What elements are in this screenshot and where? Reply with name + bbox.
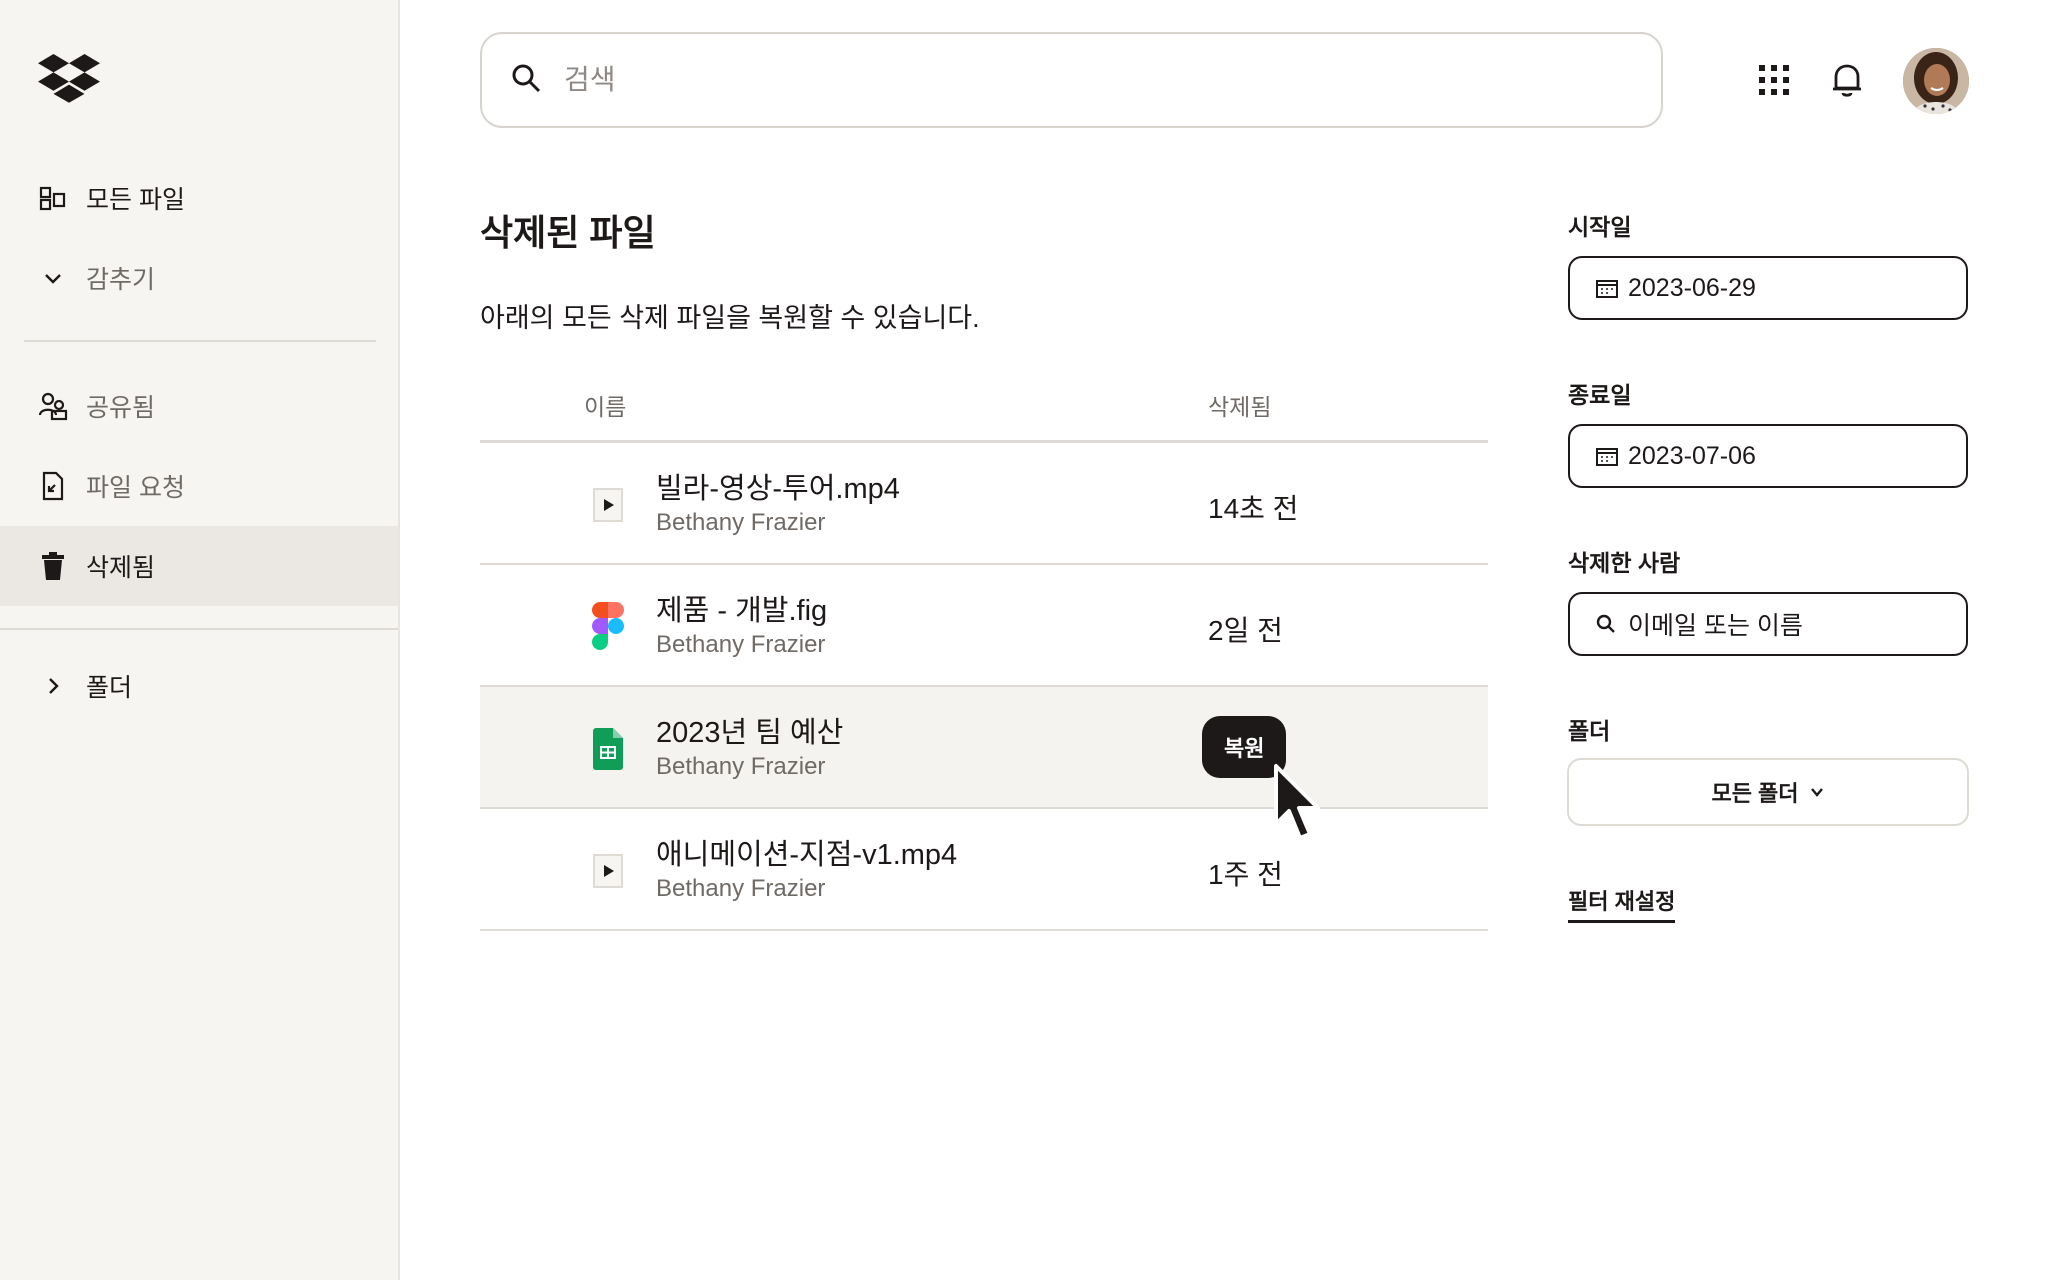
- search-input[interactable]: [564, 64, 1564, 96]
- file-owner: Bethany Frazier: [656, 509, 826, 536]
- video-file-icon: [588, 851, 628, 891]
- reset-filters-link[interactable]: 필터 재설정: [1568, 884, 1676, 923]
- column-header-name[interactable]: 이름: [584, 388, 626, 422]
- app-grid-icon[interactable]: [1752, 58, 1796, 102]
- video-file-icon: [588, 485, 628, 525]
- calendar-icon: [1596, 277, 1618, 299]
- deleted-by-placeholder: 이메일 또는 이름: [1628, 612, 1803, 640]
- sidebar-item-label: 삭제됨: [86, 554, 156, 582]
- sidebar: 모든 파일 감추기 공유됨 파일 요청 삭제됨 폴더: [0, 0, 400, 1280]
- chevron-down-icon: [38, 263, 68, 293]
- sidebar-item-folders[interactable]: 폴더: [0, 646, 398, 726]
- folder-filter-label: 폴더: [1568, 718, 1611, 744]
- file-name[interactable]: 빌라-영상-투어.mp4: [656, 465, 900, 507]
- table-row[interactable]: 제품 - 개발.fig Bethany Frazier 2일 전: [480, 565, 1488, 687]
- bell-icon[interactable]: [1825, 58, 1869, 102]
- search-icon: [1596, 613, 1618, 635]
- start-date-label: 시작일: [1568, 214, 1632, 240]
- sidebar-item-deleted[interactable]: 삭제됨: [0, 526, 398, 606]
- deleted-time: 2일 전: [1208, 615, 1283, 646]
- mouse-cursor-icon: [1274, 764, 1320, 840]
- file-name[interactable]: 제품 - 개발.fig: [656, 587, 827, 629]
- end-date-label: 종료일: [1568, 382, 1632, 408]
- avatar[interactable]: [1903, 48, 1969, 114]
- sidebar-item-label: 공유됨: [86, 394, 156, 422]
- trash-icon: [38, 551, 68, 581]
- deleted-by-field[interactable]: 이메일 또는 이름: [1568, 592, 1968, 656]
- end-date-value: 2023-07-06: [1628, 441, 1756, 470]
- deleted-time: 14초 전: [1208, 493, 1299, 524]
- end-date-field[interactable]: 2023-07-06: [1568, 424, 1968, 488]
- chevron-down-icon: [1809, 784, 1825, 800]
- file-request-icon: [38, 471, 68, 501]
- sidebar-item-file-requests[interactable]: 파일 요청: [0, 446, 398, 526]
- sidebar-item-shared[interactable]: 공유됨: [0, 366, 398, 446]
- table-row[interactable]: 빌라-영상-투어.mp4 Bethany Frazier 14초 전: [480, 443, 1488, 565]
- deleted-time: 1주 전: [1208, 859, 1283, 890]
- file-owner: Bethany Frazier: [656, 753, 826, 780]
- shared-people-icon: [38, 391, 68, 421]
- sheets-file-icon: [588, 728, 628, 770]
- start-date-value: 2023-06-29: [1628, 273, 1756, 302]
- table-row[interactable]: 2023년 팀 예산 Bethany Frazier 복원: [480, 687, 1488, 809]
- sidebar-divider: [24, 340, 376, 342]
- start-date-field[interactable]: 2023-06-29: [1568, 256, 1968, 320]
- sidebar-item-label: 폴더: [86, 674, 133, 702]
- file-name[interactable]: 2023년 팀 예산: [656, 709, 843, 751]
- dropbox-logo-icon[interactable]: [38, 54, 100, 104]
- sidebar-item-all-files[interactable]: 모든 파일: [0, 158, 398, 238]
- folder-select[interactable]: 모든 폴더: [1567, 758, 1969, 826]
- sidebar-item-label: 모든 파일: [86, 186, 185, 214]
- calendar-icon: [1596, 445, 1618, 467]
- folder-select-value: 모든 폴더: [1711, 781, 1799, 806]
- file-name[interactable]: 애니메이션-지점-v1.mp4: [656, 831, 957, 873]
- figma-file-icon: [588, 602, 628, 650]
- page-title: 삭제된 파일: [480, 212, 656, 253]
- file-owner: Bethany Frazier: [656, 875, 826, 902]
- table-row[interactable]: 애니메이션-지점-v1.mp4 Bethany Frazier 1주 전: [480, 809, 1488, 931]
- sidebar-item-label: 감추기: [86, 266, 156, 294]
- sidebar-divider: [0, 628, 398, 630]
- file-owner: Bethany Frazier: [656, 631, 826, 658]
- chevron-right-icon: [38, 671, 68, 701]
- sidebar-item-collapse[interactable]: 감추기: [0, 238, 398, 318]
- sidebar-item-label: 파일 요청: [86, 474, 185, 502]
- column-header-deleted[interactable]: 삭제됨: [1208, 388, 1271, 422]
- search-bar[interactable]: [480, 32, 1663, 128]
- page-description: 아래의 모든 삭제 파일을 복원할 수 있습니다.: [480, 303, 980, 333]
- search-icon: [510, 62, 542, 99]
- deleted-by-label: 삭제한 사람: [1568, 550, 1681, 576]
- all-files-icon: [38, 183, 68, 213]
